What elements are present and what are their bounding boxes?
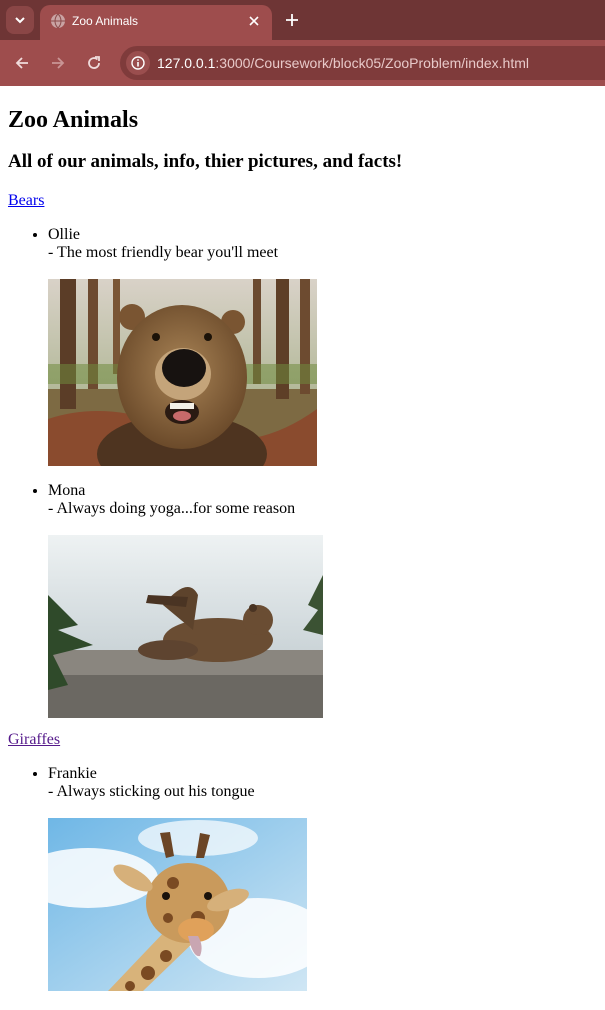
list-item: Frankie - Always sticking out his tongue <box>48 765 597 991</box>
page-title: Zoo Animals <box>8 107 139 133</box>
animal-name: Ollie <box>48 226 80 243</box>
arrow-right-icon <box>52 57 65 69</box>
bears-link[interactable]: Bears <box>8 192 597 210</box>
tab-strip: Zoo Animals <box>0 0 605 40</box>
chevron-down-icon <box>15 17 25 24</box>
new-tab-button[interactable] <box>280 8 304 32</box>
reload-icon <box>88 56 100 69</box>
address-bar[interactable]: 127.0.0.1:3000/Coursework/block05/ZooPro… <box>120 46 605 80</box>
forward-button[interactable] <box>46 51 70 75</box>
plus-icon <box>286 14 298 26</box>
animal-name: Frankie <box>48 765 97 782</box>
arrow-left-icon <box>15 57 28 69</box>
bear-yoga-photo <box>48 535 323 718</box>
animal-fact: - Always doing yoga...for some reason <box>48 500 296 517</box>
list-item: Mona - Always doing yoga...for some reas… <box>48 482 597 718</box>
close-icon <box>249 16 259 26</box>
bears-list: Ollie - The most friendly bear you'll me… <box>8 226 597 718</box>
close-tab-button[interactable] <box>244 11 264 31</box>
browser-tab[interactable]: Zoo Animals <box>40 5 272 40</box>
url-text: 127.0.0.1:3000/Coursework/block05/ZooPro… <box>157 55 529 71</box>
reload-button[interactable] <box>82 51 106 75</box>
url-path: :3000/Coursework/block05/ZooProblem/inde… <box>215 55 529 71</box>
page-subtitle: All of our animals, info, thier pictures… <box>8 151 403 172</box>
back-button[interactable] <box>10 51 34 75</box>
page-content: Zoo Animals All of our animals, info, th… <box>0 106 605 991</box>
giraffes-link[interactable]: Giraffes <box>8 731 597 749</box>
browser-toolbar: 127.0.0.1:3000/Coursework/block05/ZooPro… <box>0 40 605 86</box>
tab-search-button[interactable] <box>6 6 34 34</box>
animal-fact: - The most friendly bear you'll meet <box>48 244 279 261</box>
giraffe-tongue-photo <box>48 818 307 991</box>
list-item: Ollie - The most friendly bear you'll me… <box>48 226 597 466</box>
url-host: 127.0.0.1 <box>157 55 216 71</box>
site-info-button[interactable] <box>126 51 150 75</box>
animal-fact: - Always sticking out his tongue <box>48 783 255 800</box>
info-icon <box>131 56 145 70</box>
globe-icon <box>51 13 65 29</box>
animal-name: Mona <box>48 482 86 499</box>
giraffes-list: Frankie - Always sticking out his tongue <box>8 765 597 991</box>
tab-title: Zoo Animals <box>72 14 139 28</box>
bear-selfie-photo <box>48 279 317 466</box>
